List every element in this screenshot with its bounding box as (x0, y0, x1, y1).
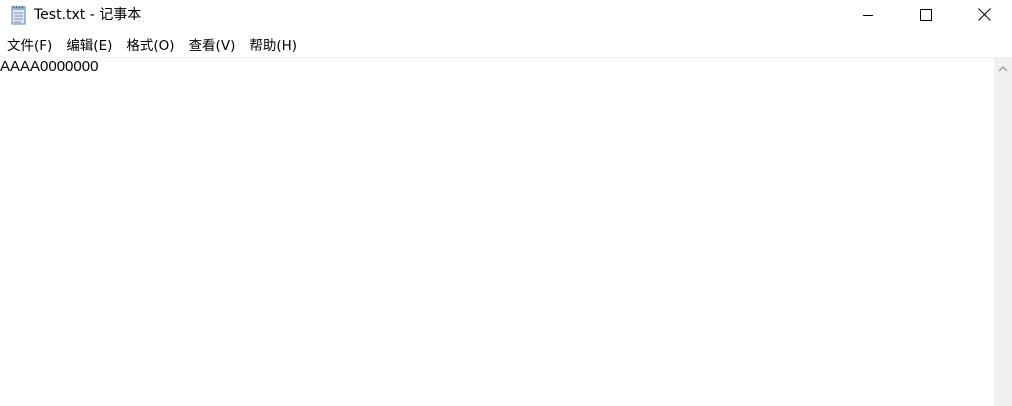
vertical-scrollbar[interactable] (994, 58, 1012, 406)
window-title: Test.txt - 记事本 (34, 7, 142, 23)
close-button[interactable] (955, 0, 1012, 30)
menu-help[interactable]: 帮助(H) (242, 36, 304, 56)
notepad-window: Test.txt - 记事本 文件(F) 编辑(E) 格式(O) 查看(V) 帮… (0, 0, 1012, 406)
close-icon (977, 6, 991, 25)
maximize-icon (920, 6, 932, 25)
scroll-up-arrow-icon (998, 58, 1008, 77)
menu-edit[interactable]: 编辑(E) (59, 36, 119, 56)
text-editor-area[interactable]: AAAA0000000 (0, 58, 994, 406)
notepad-icon (10, 5, 28, 25)
minimize-button[interactable] (839, 0, 897, 30)
menu-bar: 文件(F) 编辑(E) 格式(O) 查看(V) 帮助(H) (0, 35, 1012, 56)
title-bar[interactable]: Test.txt - 记事本 (0, 0, 1012, 31)
menu-file[interactable]: 文件(F) (0, 36, 59, 56)
editor-content[interactable]: AAAA0000000 (0, 58, 98, 76)
maximize-button[interactable] (897, 0, 955, 30)
scroll-up-button[interactable] (994, 58, 1012, 76)
menu-view[interactable]: 查看(V) (182, 36, 243, 56)
menu-format[interactable]: 格式(O) (119, 36, 181, 56)
minimize-icon (862, 6, 874, 25)
